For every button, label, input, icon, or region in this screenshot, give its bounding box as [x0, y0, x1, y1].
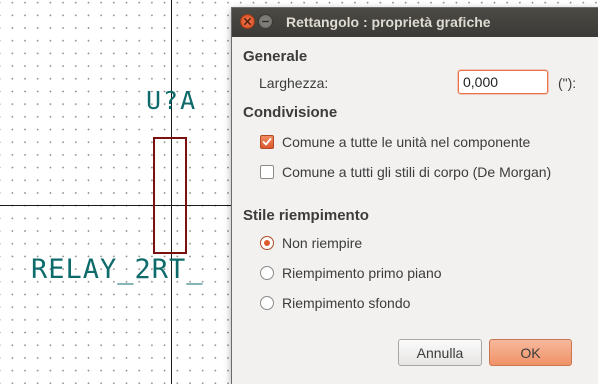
checkbox-label-body-styles: Comune a tutti gli stili di corpo (De Mo… [282, 164, 552, 180]
section-heading-sharing: Condivisione [243, 104, 338, 121]
window-minimize-button[interactable] [258, 14, 273, 29]
radio-foreground-fill[interactable] [260, 266, 274, 280]
radio-label-foreground-fill: Riempimento primo piano [282, 265, 442, 281]
checkbox-body-styles[interactable] [260, 165, 274, 179]
minimize-icon [262, 20, 269, 23]
checkmark-icon [262, 138, 272, 146]
component-value[interactable]: RELAY_2RT_ [31, 256, 204, 283]
width-unit-label: ("): [558, 75, 577, 91]
ok-button[interactable]: OK [489, 339, 572, 366]
checkbox-label-all-units: Comune a tutte le unità nel componente [282, 134, 531, 150]
width-input[interactable] [458, 70, 548, 94]
cancel-button[interactable]: Annulla [398, 339, 482, 366]
radio-label-no-fill: Non riempire [282, 235, 363, 251]
section-heading-general: Generale [243, 48, 308, 65]
dialog-title: Rettangolo : proprietà grafiche [286, 14, 491, 30]
width-label: Larghezza: [259, 75, 329, 91]
window-close-button[interactable] [240, 14, 255, 29]
close-icon [244, 18, 251, 25]
checkbox-all-units[interactable] [260, 135, 274, 149]
radio-label-background-fill: Riempimento sfondo [282, 295, 411, 311]
radio-background-fill[interactable] [260, 296, 274, 310]
rectangle-properties-dialog: Rettangolo : proprietà grafiche Generale… [232, 8, 598, 384]
component-reference[interactable]: U?A [146, 88, 197, 113]
dialog-titlebar[interactable]: Rettangolo : proprietà grafiche [232, 8, 598, 37]
radio-no-fill[interactable] [260, 236, 274, 250]
component-body-rectangle[interactable] [153, 137, 187, 254]
section-heading-fill-style: Stile riempimento [243, 207, 369, 224]
